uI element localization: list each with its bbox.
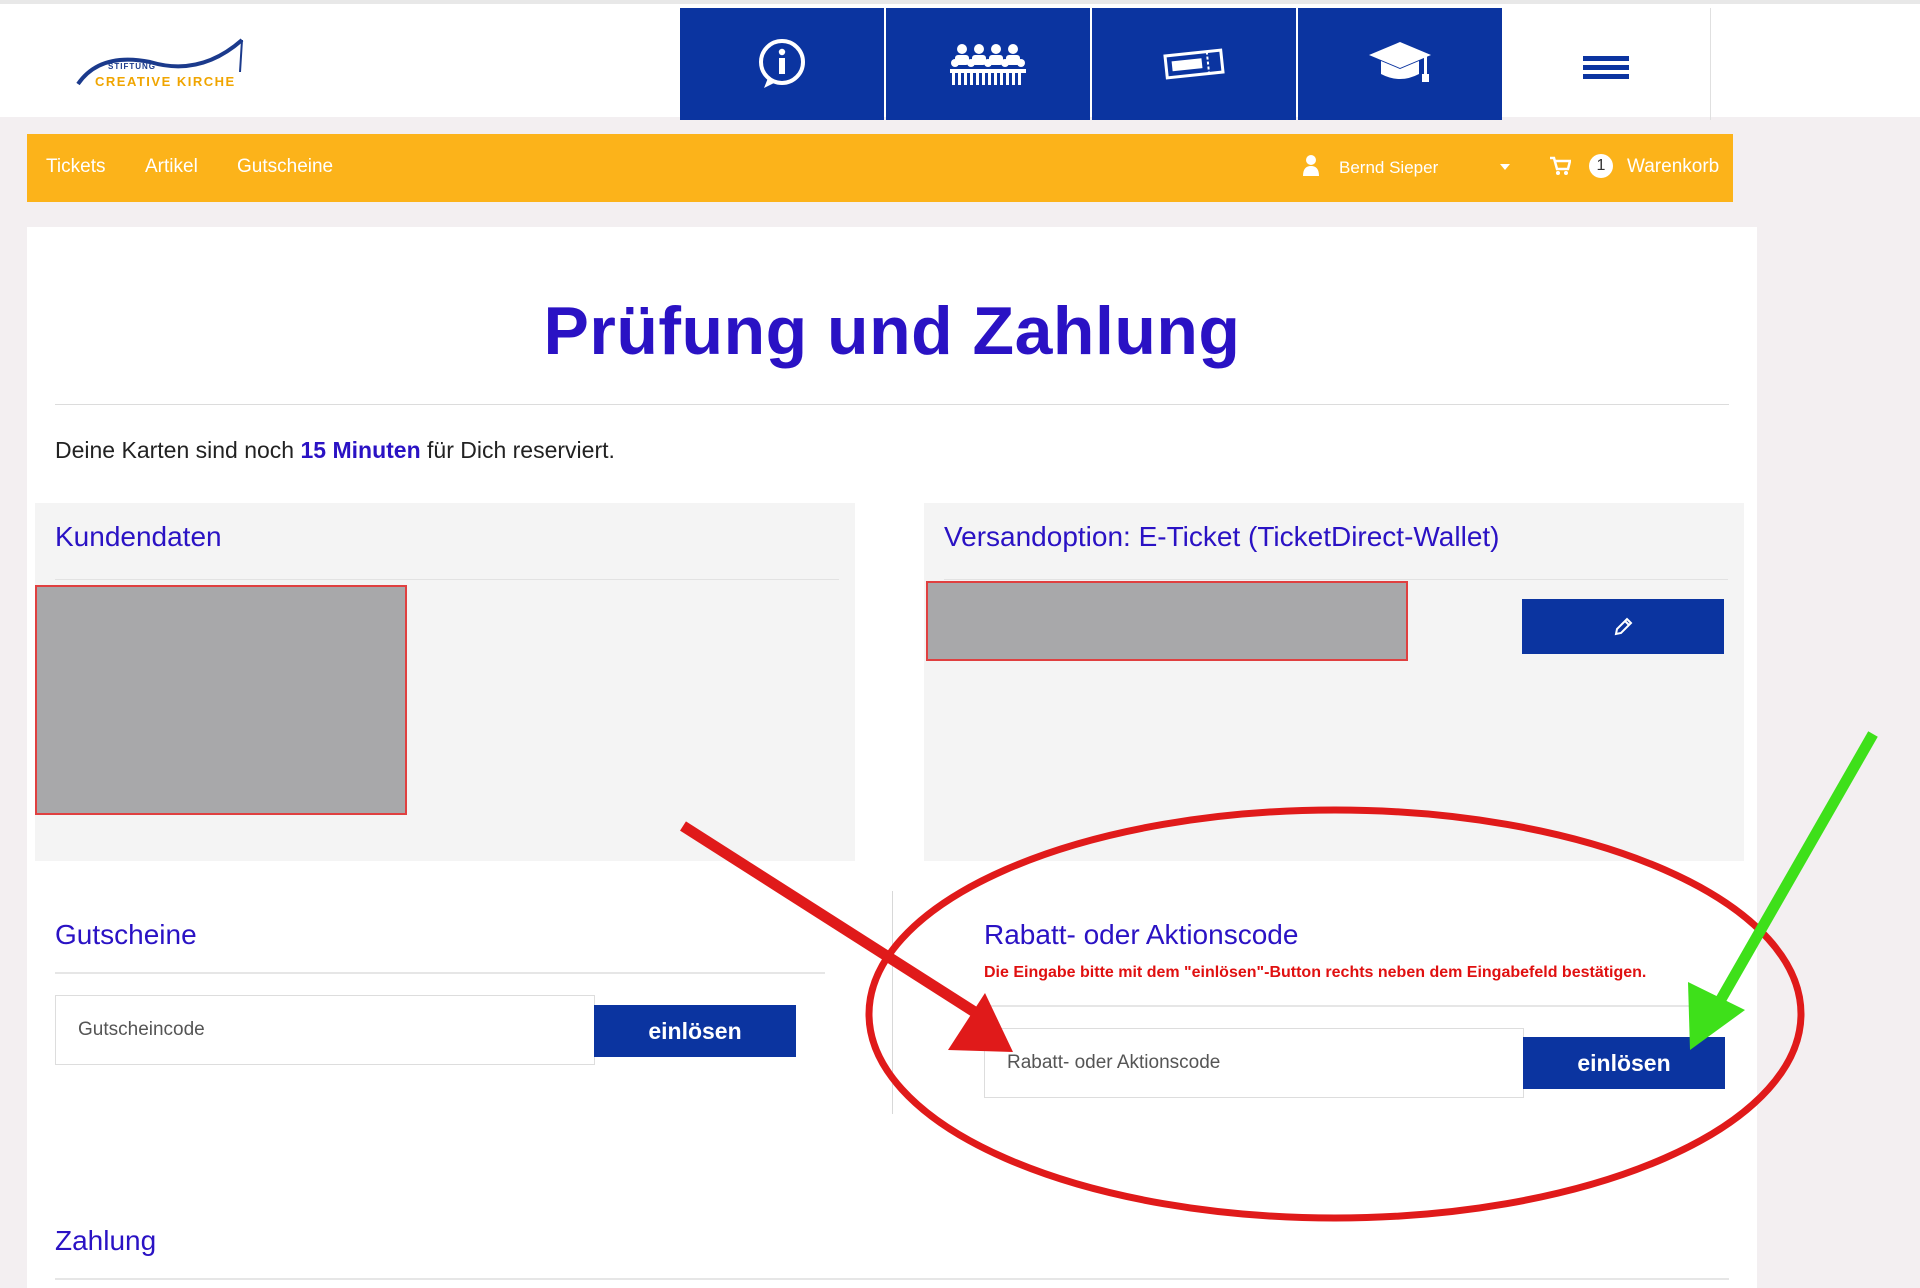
discount-code-input[interactable]: Rabatt- oder Aktionscode <box>984 1028 1524 1098</box>
choir-icon <box>950 44 1026 85</box>
discount-code-title: Rabatt- oder Aktionscode <box>984 919 1299 950</box>
info-icon <box>759 39 805 88</box>
ticket-icon <box>1163 48 1225 80</box>
customer-data-divider <box>55 579 839 580</box>
shipping-option-divider <box>944 579 1728 580</box>
column-divider <box>892 891 893 1114</box>
header-divider <box>1710 8 1711 120</box>
vouchers-divider <box>55 972 825 974</box>
logo-text-main: CREATIVE KIRCHE <box>95 74 236 89</box>
chevron-down-icon[interactable] <box>1500 164 1510 170</box>
redeem-discount-button[interactable]: einlösen <box>1523 1037 1725 1089</box>
logo[interactable]: STIFTUNG CREATIVE KIRCHE <box>70 32 250 102</box>
voucher-code-placeholder: Gutscheincode <box>78 1019 205 1040</box>
customer-data-card: Kundendaten <box>35 503 855 861</box>
checkout-panel: Prüfung und Zahlung Deine Karten sind no… <box>27 227 1757 1288</box>
nav-tile-info[interactable] <box>680 8 884 120</box>
title-divider <box>55 404 1729 405</box>
redeem-voucher-button[interactable]: einlösen <box>594 1005 796 1057</box>
logo-text-top: STIFTUNG <box>108 62 156 71</box>
user-name[interactable]: Bernd Sieper <box>1339 158 1438 178</box>
voucher-code-input[interactable]: Gutscheincode <box>55 995 595 1065</box>
subnav-item-artikel[interactable]: Artikel <box>145 156 198 178</box>
discount-code-hint: Die Eingabe bitte mit dem "einlösen"-But… <box>984 964 1647 981</box>
redacted-shipping-data <box>926 581 1408 661</box>
cart-link[interactable]: Warenkorb <box>1627 156 1719 178</box>
shipping-option-title: Versandoption: E-Ticket (TicketDirect-Wa… <box>944 521 1500 552</box>
discount-code-placeholder: Rabatt- oder Aktionscode <box>1007 1052 1221 1073</box>
payment-divider <box>55 1278 1729 1280</box>
logo-wave-icon <box>76 38 244 86</box>
redacted-customer-data <box>35 585 407 815</box>
subnav-item-tickets[interactable]: Tickets <box>46 156 105 178</box>
reservation-notice: Deine Karten sind noch 15 Minuten für Di… <box>55 437 615 464</box>
graduation-cap-icon <box>1369 42 1431 82</box>
pencil-icon <box>1614 617 1633 635</box>
nav-tile-choir[interactable] <box>886 8 1090 120</box>
edit-shipping-button[interactable] <box>1522 599 1724 654</box>
customer-data-title: Kundendaten <box>55 521 222 552</box>
page-title: Prüfung und Zahlung <box>543 293 1241 369</box>
reservation-suffix: für Dich reserviert. <box>420 437 615 463</box>
cart-count-badge[interactable]: 1 <box>1589 154 1613 178</box>
cart-icon[interactable] <box>1549 156 1571 176</box>
subnav-item-gutscheine[interactable]: Gutscheine <box>237 156 333 178</box>
redeem-voucher-label: einlösen <box>648 1017 742 1044</box>
nav-tile-education[interactable] <box>1298 8 1502 120</box>
reservation-time: 15 Minuten <box>300 437 421 463</box>
user-icon[interactable] <box>1303 154 1319 176</box>
discount-code-divider <box>984 1005 1729 1007</box>
hamburger-menu-icon[interactable] <box>1583 56 1629 80</box>
site-header: STIFTUNG CREATIVE KIRCHE <box>0 0 1920 120</box>
shop-subnav: Tickets Artikel Gutscheine Bernd Sieper … <box>27 134 1733 202</box>
shipping-option-card: Versandoption: E-Ticket (TicketDirect-Wa… <box>924 503 1744 861</box>
reservation-prefix: Deine Karten sind noch <box>55 437 301 463</box>
vouchers-title: Gutscheine <box>55 919 197 950</box>
payment-title: Zahlung <box>55 1225 157 1256</box>
redeem-discount-label: einlösen <box>1577 1049 1671 1076</box>
nav-tile-ticket[interactable] <box>1092 8 1296 120</box>
